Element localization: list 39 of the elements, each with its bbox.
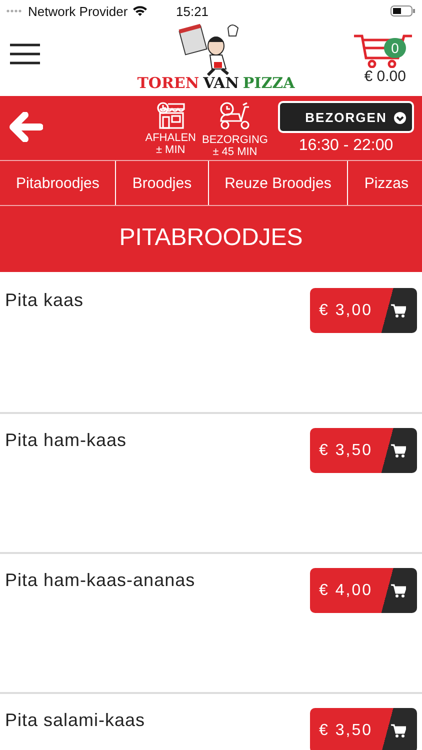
cart-icon xyxy=(391,304,406,318)
category-tab[interactable]: Reuze Broodjes xyxy=(208,161,348,205)
option-time: ± 45 MIN xyxy=(212,146,258,158)
add-to-cart-button[interactable]: € 3,50 xyxy=(310,708,417,750)
cart-count-badge: 0 xyxy=(384,38,406,58)
option-time: ± MIN xyxy=(156,144,186,156)
section-heading: PITABROODJES xyxy=(119,224,303,252)
option-label: AFHALEN xyxy=(145,132,196,144)
cart-icon xyxy=(391,444,406,458)
wifi-icon xyxy=(132,5,148,17)
cart-icon xyxy=(391,584,406,598)
chevron-down-icon xyxy=(394,112,406,124)
category-tab[interactable]: Pitabroodjes xyxy=(0,161,116,205)
logo-text: PIZZA xyxy=(242,74,295,92)
product-name: Pita ham-kaas-ananas xyxy=(5,569,196,591)
category-tab[interactable]: Pizzas xyxy=(348,161,422,205)
menu-icon xyxy=(10,42,40,66)
signal-icon xyxy=(6,9,24,13)
add-to-cart-button[interactable]: € 3,00 xyxy=(310,288,417,333)
delivery-mode-dropdown[interactable]: BEZORGEN xyxy=(278,101,414,133)
back-arrow-icon xyxy=(9,112,43,142)
clock-time: 15:21 xyxy=(176,4,209,18)
product-name: Pita salami-kaas xyxy=(5,709,146,731)
product-name: Pita ham-kaas xyxy=(5,429,127,451)
add-to-cart-button[interactable]: € 3,50 xyxy=(310,428,417,473)
add-to-cart-button[interactable]: € 4,00 xyxy=(310,568,417,613)
scooter-icon xyxy=(218,100,252,130)
shop-icon xyxy=(156,100,186,128)
category-tab[interactable]: Broodjes xyxy=(116,161,209,205)
logo-text: TOREN xyxy=(137,74,200,92)
cart-icon xyxy=(391,724,406,738)
opening-hours: 16:30 - 22:00 xyxy=(298,137,394,155)
logo-text: VAN xyxy=(203,74,239,92)
cart-total: € 0.00 xyxy=(364,68,406,85)
carrier-name: Network Provider xyxy=(28,4,128,18)
cart-button[interactable]: 0 € 0.00 xyxy=(342,28,412,85)
product-name: Pita kaas xyxy=(5,289,84,311)
option-label: BEZORGING xyxy=(202,134,268,146)
battery-icon xyxy=(390,5,416,17)
